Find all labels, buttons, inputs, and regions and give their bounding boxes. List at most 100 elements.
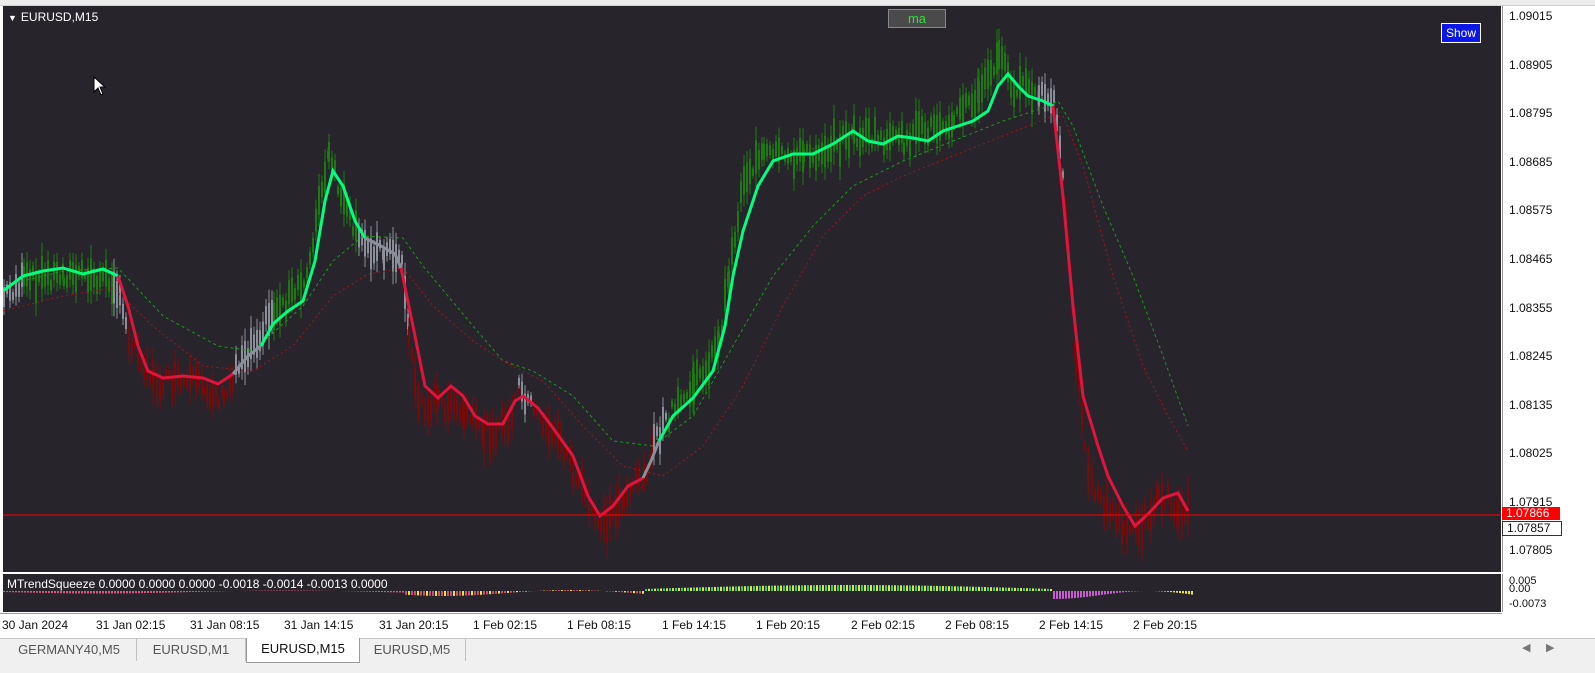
time-axis[interactable]: 30 Jan 2024 31 Jan 02:15 31 Jan 08:15 31… xyxy=(0,613,1502,638)
indicator-bar xyxy=(477,591,479,595)
candle-body xyxy=(856,138,858,147)
candle-body xyxy=(113,272,115,304)
candle-body xyxy=(1170,502,1172,515)
indicator-panel[interactable]: MTrendSqueeze 0.0000 0.0000 0.0000 -0.00… xyxy=(3,574,1501,612)
indicator-bar xyxy=(432,591,434,596)
indicator-bar xyxy=(201,591,203,592)
candle-body xyxy=(1084,442,1086,450)
indicator-bar xyxy=(723,587,725,591)
indicator-bar xyxy=(867,585,869,591)
candle-body xyxy=(1053,90,1055,103)
price-chart-canvas[interactable] xyxy=(3,6,1501,572)
indicator-bar xyxy=(858,585,860,591)
indicator-bar xyxy=(84,591,86,593)
indicator-bar xyxy=(60,591,62,593)
tab-germany40-m5[interactable]: GERMANY40,M5 xyxy=(2,639,137,661)
candle-body xyxy=(116,281,118,308)
candle-body xyxy=(427,398,429,425)
indicator-bar xyxy=(900,585,902,591)
candle-body xyxy=(352,226,354,236)
trend-line-bull-3 xyxy=(659,74,1053,441)
candle-body xyxy=(212,382,214,408)
candle-body xyxy=(597,520,599,526)
indicator-label: MTrendSqueeze 0.0000 0.0000 0.0000 -0.00… xyxy=(7,577,388,591)
indicator-bar xyxy=(453,591,455,596)
time-tick: 30 Jan 2024 xyxy=(2,618,68,632)
indicator-bar xyxy=(366,591,368,592)
candle-body xyxy=(203,387,205,393)
indicator-bar xyxy=(795,585,797,591)
candle-body xyxy=(370,238,372,269)
price-chart-panel[interactable]: ▼EURUSD,M15 ma Show xyxy=(3,6,1501,572)
candle-body xyxy=(1088,457,1090,489)
candle-body xyxy=(671,401,673,407)
price-tick: 1.08355 xyxy=(1509,301,1552,315)
indicator-bar xyxy=(810,585,812,591)
candle-body xyxy=(489,424,491,454)
scroll-right-icon[interactable]: ▶ xyxy=(1546,641,1554,654)
candle-body xyxy=(803,149,805,162)
indicator-bar xyxy=(711,587,713,591)
scroll-left-icon[interactable]: ◀ xyxy=(1522,641,1530,654)
trend-line-bear-3 xyxy=(1053,106,1188,526)
indicator-bar xyxy=(702,587,704,591)
dropdown-triangle-icon[interactable]: ▼ xyxy=(8,13,17,23)
indicator-bar xyxy=(378,591,380,592)
indicator-bar xyxy=(834,585,836,591)
candle-body xyxy=(1094,490,1096,499)
indicator-bar xyxy=(498,591,500,594)
candle-body xyxy=(799,138,801,162)
indicator-bar xyxy=(1029,588,1031,591)
indicator-bar xyxy=(474,591,476,595)
indicator-bar xyxy=(906,585,908,591)
indicator-bar xyxy=(1119,591,1121,593)
candle-body xyxy=(501,408,503,431)
symbol-title[interactable]: ▼EURUSD,M15 xyxy=(8,10,98,24)
indicator-bar xyxy=(21,591,23,592)
candle-body xyxy=(880,131,882,140)
ma-button[interactable]: ma xyxy=(888,9,946,28)
candle-body xyxy=(1022,76,1024,85)
indicator-bar xyxy=(555,590,557,591)
indicator-bar xyxy=(78,591,80,593)
candle-body xyxy=(50,280,52,291)
candle-body xyxy=(603,505,605,532)
price-tick: 1.08135 xyxy=(1509,398,1552,412)
indicator-bar xyxy=(1131,591,1133,592)
indicator-bar xyxy=(1164,591,1166,592)
indicator-bar xyxy=(441,591,443,596)
indicator-bar xyxy=(63,591,65,593)
indicator-bar xyxy=(957,586,959,591)
time-tick: 1 Feb 20:15 xyxy=(756,618,820,632)
indicator-bar xyxy=(1035,588,1037,591)
indicator-bar xyxy=(768,586,770,591)
candle-body xyxy=(441,396,443,403)
indicator-bar xyxy=(72,591,74,593)
indicator-bar xyxy=(915,586,917,591)
indicator-bar xyxy=(105,591,107,593)
candlestick-series xyxy=(3,28,1189,562)
tab-eurusd-m1[interactable]: EURUSD,M1 xyxy=(137,639,246,661)
candle-body xyxy=(680,395,682,408)
indicator-bar xyxy=(831,585,833,591)
indicator-bar xyxy=(36,591,38,593)
indicator-axis: 0.005 0.00 -0.0073 xyxy=(1502,574,1595,612)
candle-body xyxy=(215,386,217,400)
show-button[interactable]: Show xyxy=(1441,23,1481,43)
tab-eurusd-m15[interactable]: EURUSD,M15 xyxy=(246,638,360,663)
indicator-bar xyxy=(210,591,212,592)
price-axis[interactable]: 1.09015 1.08905 1.08795 1.08685 1.08575 … xyxy=(1502,6,1595,572)
indicator-bar xyxy=(738,586,740,591)
indicator-bar xyxy=(117,591,119,593)
candle-body xyxy=(315,209,317,232)
trend-line-bull-2 xyxy=(261,171,365,346)
indicator-bar xyxy=(150,591,152,593)
indicator-bar xyxy=(897,585,899,591)
candle-body xyxy=(72,262,74,285)
candle-body xyxy=(411,350,413,359)
candle-body xyxy=(984,67,986,89)
indicator-bar xyxy=(660,588,662,591)
indicator-bar xyxy=(429,591,431,596)
candle-body xyxy=(444,405,446,421)
tab-eurusd-m5[interactable]: EURUSD,M5 xyxy=(359,639,466,661)
